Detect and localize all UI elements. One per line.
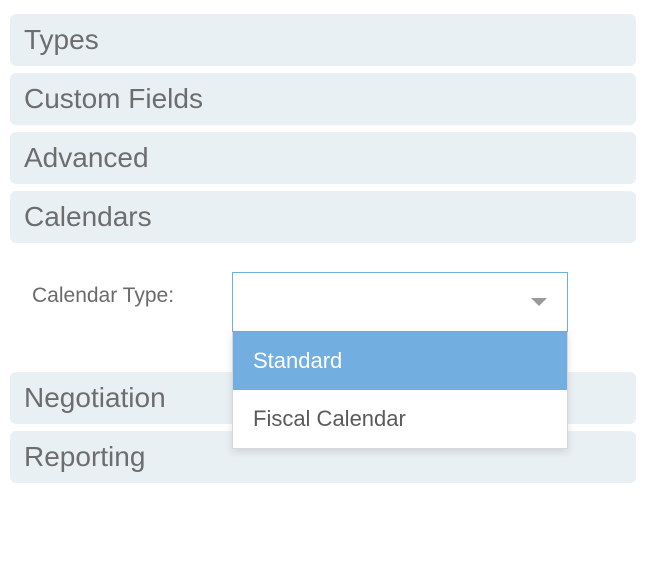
calendar-type-select-wrapper: Standard Fiscal Calendar — [232, 272, 568, 332]
option-fiscal-calendar[interactable]: Fiscal Calendar — [233, 390, 567, 448]
calendar-type-label: Calendar Type: — [32, 272, 232, 308]
calendar-type-row: Calendar Type: Standard Fiscal Calendar — [10, 250, 636, 332]
section-advanced[interactable]: Advanced — [10, 132, 636, 184]
chevron-down-icon — [531, 298, 547, 306]
calendar-type-select[interactable] — [232, 272, 568, 332]
section-types[interactable]: Types — [10, 14, 636, 66]
section-calendars[interactable]: Calendars — [10, 191, 636, 243]
section-custom-fields[interactable]: Custom Fields — [10, 73, 636, 125]
option-standard[interactable]: Standard — [233, 332, 567, 390]
calendar-type-dropdown: Standard Fiscal Calendar — [232, 332, 568, 449]
